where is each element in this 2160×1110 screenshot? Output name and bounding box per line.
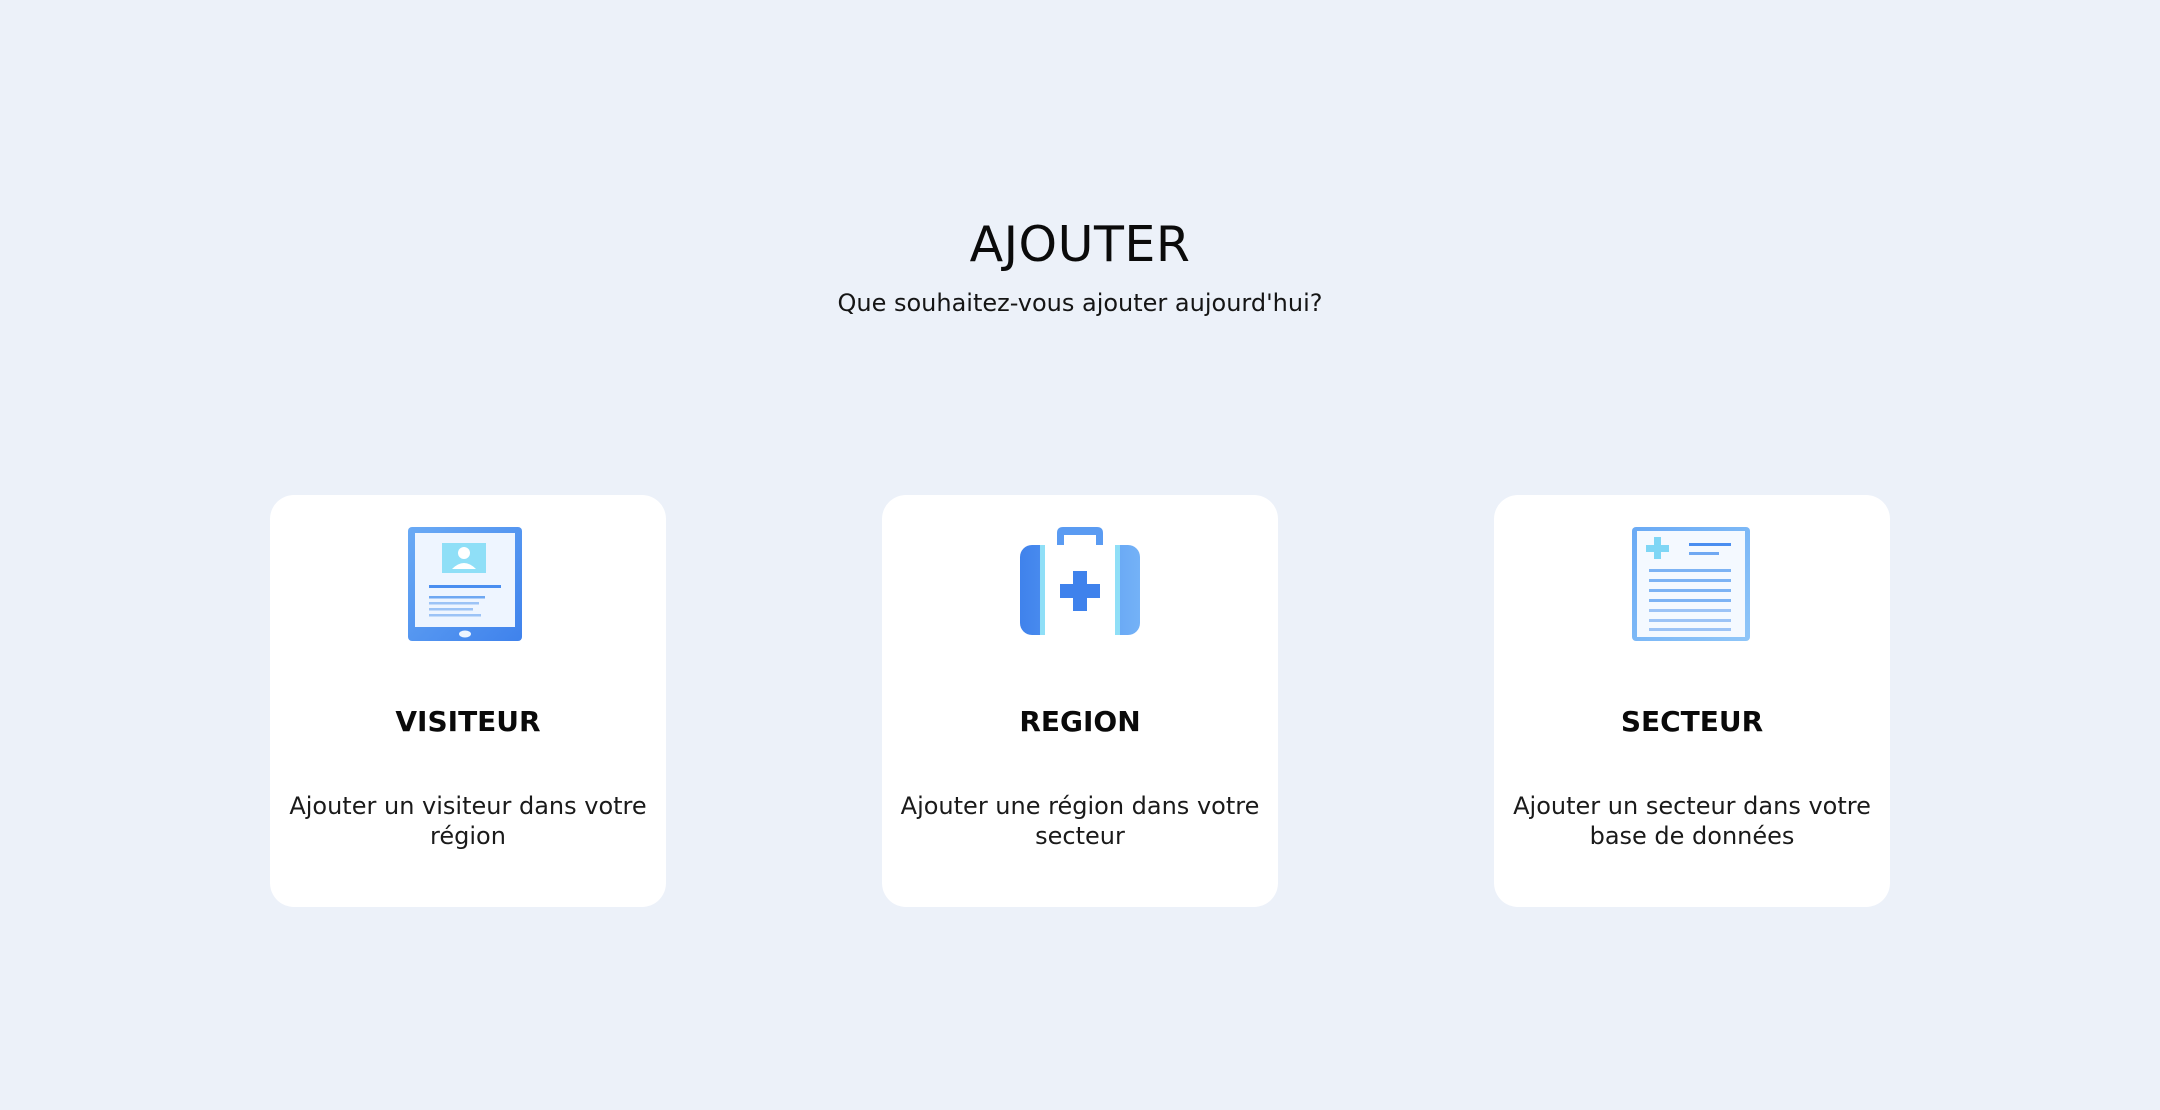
medical-document-icon (1632, 527, 1752, 647)
card-description: Ajouter une région dans votre secteur (900, 792, 1260, 850)
medical-kit-icon (1020, 527, 1140, 647)
card-visiteur[interactable]: VISITEUR Ajouter un visiteur dans votre … (270, 495, 666, 907)
card-title: REGION (1019, 705, 1141, 738)
page-subtitle: Que souhaitez-vous ajouter aujourd'hui? (837, 289, 1323, 317)
card-region[interactable]: REGION Ajouter une région dans votre sec… (882, 495, 1278, 907)
card-secteur[interactable]: SECTEUR Ajouter un secteur dans votre ba… (1494, 495, 1890, 907)
card-title: SECTEUR (1620, 705, 1764, 738)
page-header: AJOUTER Que souhaitez-vous ajouter aujou… (0, 210, 2160, 320)
card-description: Ajouter un visiteur dans votre région (289, 792, 647, 850)
page-title: AJOUTER (969, 216, 1191, 273)
tablet-profile-icon (408, 527, 528, 647)
card-title: VISITEUR (395, 705, 541, 738)
card-description: Ajouter un secteur dans votre base de do… (1513, 792, 1871, 850)
